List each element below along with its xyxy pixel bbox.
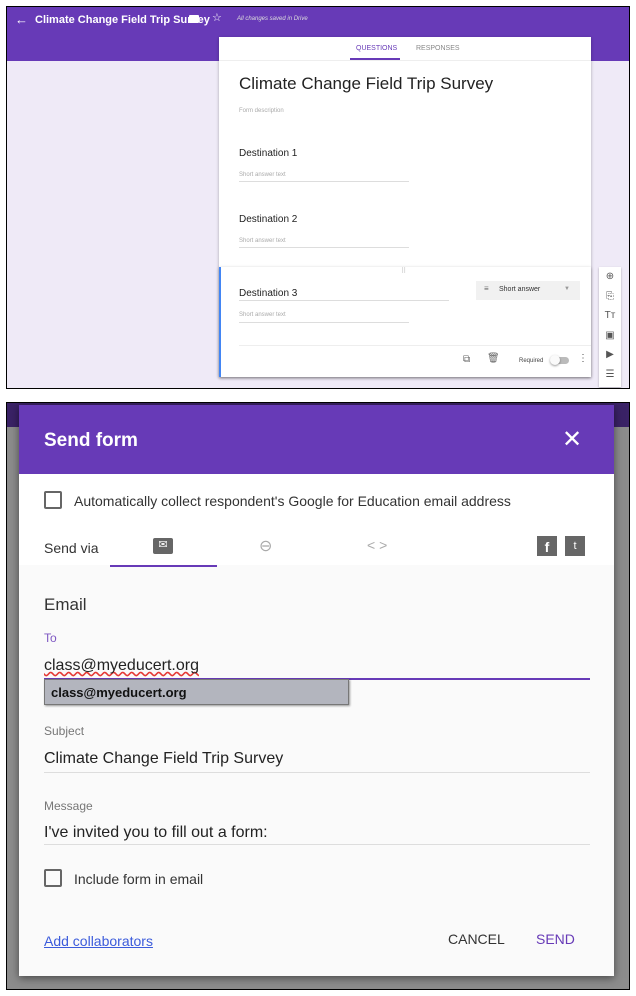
dialog-header: Send form ✕ — [19, 405, 614, 474]
cancel-button[interactable]: CANCEL — [448, 931, 505, 947]
collect-email-label: Automatically collect respondent's Googl… — [74, 493, 511, 509]
embed-icon[interactable]: < > — [367, 537, 387, 553]
collect-email-checkbox[interactable] — [44, 491, 62, 509]
include-form-label: Include form in email — [74, 871, 204, 887]
close-icon[interactable]: ✕ — [562, 425, 582, 454]
duplicate-icon[interactable]: ⧉ — [463, 354, 470, 365]
star-icon[interactable]: ☆ — [212, 11, 222, 24]
link-icon[interactable]: ⊖ — [259, 536, 272, 556]
add-title-icon[interactable]: Tт — [599, 306, 621, 326]
question-type-value: Short answer — [499, 286, 541, 293]
twitter-icon[interactable]: t — [565, 536, 585, 556]
chevron-down-icon: ▼ — [564, 286, 570, 292]
question-title[interactable]: Destination 1 — [239, 148, 297, 159]
question-type-dropdown[interactable]: ≡ Short answer ▼ — [476, 281, 580, 300]
form-editor-screenshot: ← Climate Change Field Trip Survey ☆ All… — [6, 6, 630, 389]
divider — [239, 247, 409, 248]
message-label: Message — [44, 799, 93, 813]
tab-questions[interactable]: QUESTIONS — [356, 45, 397, 52]
email-icon[interactable]: ✉ — [153, 538, 173, 554]
send-form-screenshot: Send form ✕ Automatically collect respon… — [6, 402, 630, 990]
add-section-icon[interactable]: ☰ — [599, 365, 621, 385]
include-form-checkbox[interactable] — [44, 869, 62, 887]
form-title[interactable]: Climate Change Field Trip Survey — [239, 74, 493, 94]
send-button[interactable]: SEND — [536, 931, 575, 947]
delete-icon[interactable]: 🗑 — [487, 353, 500, 364]
send-via-label: Send via — [44, 540, 99, 556]
drag-handle-icon[interactable]: ⠿ — [401, 267, 406, 275]
add-collaborators-link[interactable]: Add collaborators — [44, 933, 153, 949]
back-arrow-icon[interactable]: ← — [15, 12, 28, 27]
autocomplete-suggestion[interactable]: class@myeducert.org — [44, 679, 349, 705]
add-question-icon[interactable]: ⊕ — [599, 267, 621, 287]
dialog-top-section — [19, 474, 614, 565]
subject-input[interactable]: Climate Change Field Trip Survey — [44, 750, 283, 768]
divider — [219, 60, 591, 61]
add-image-icon[interactable]: ▣ — [599, 326, 621, 346]
form-description[interactable]: Form description — [239, 108, 284, 114]
more-options-icon[interactable]: ⋮ — [578, 353, 588, 364]
tab-responses[interactable]: RESPONSES — [416, 45, 460, 52]
answer-placeholder: Short answer text — [239, 238, 286, 244]
required-toggle[interactable] — [550, 355, 569, 365]
question-title[interactable]: Destination 3 — [239, 288, 297, 299]
answer-placeholder: Short answer text — [239, 312, 286, 318]
send-form-dialog: Send form ✕ Automatically collect respon… — [19, 405, 614, 976]
divider — [44, 772, 590, 773]
subject-label: Subject — [44, 724, 85, 738]
required-label: Required — [519, 358, 544, 364]
folder-icon[interactable] — [189, 15, 199, 23]
to-label: To — [44, 631, 57, 645]
active-question-card[interactable]: ⠿ Destination 3 Short answer text ≡ Shor… — [219, 267, 591, 377]
short-answer-icon: ≡ — [484, 284, 489, 293]
divider — [239, 181, 409, 182]
message-input[interactable]: I've invited you to fill out a form: — [44, 824, 268, 842]
save-status: All changes saved in Drive — [237, 16, 308, 22]
dialog-title: Send form — [44, 430, 138, 451]
question-title[interactable]: Destination 2 — [239, 214, 297, 225]
form-card: QUESTIONS RESPONSES Climate Change Field… — [219, 37, 591, 377]
add-video-icon[interactable]: ▶ — [599, 345, 621, 365]
active-send-tab-indicator — [110, 565, 217, 567]
form-name: Climate Change Field Trip Survey — [35, 14, 210, 26]
import-questions-icon[interactable]: ⎘ — [599, 287, 621, 307]
divider — [239, 300, 449, 301]
section-title: Email — [44, 595, 87, 614]
divider — [239, 345, 591, 346]
suggestion-text: class@myeducert.org — [51, 685, 187, 700]
answer-placeholder: Short answer text — [239, 172, 286, 178]
divider — [239, 322, 409, 323]
divider — [44, 844, 590, 845]
question-toolbar: ⊕ ⎘ Tт ▣ ▶ ☰ — [599, 267, 621, 387]
to-input[interactable]: class@myeducert.org — [44, 657, 199, 675]
facebook-icon[interactable]: f — [537, 536, 557, 556]
